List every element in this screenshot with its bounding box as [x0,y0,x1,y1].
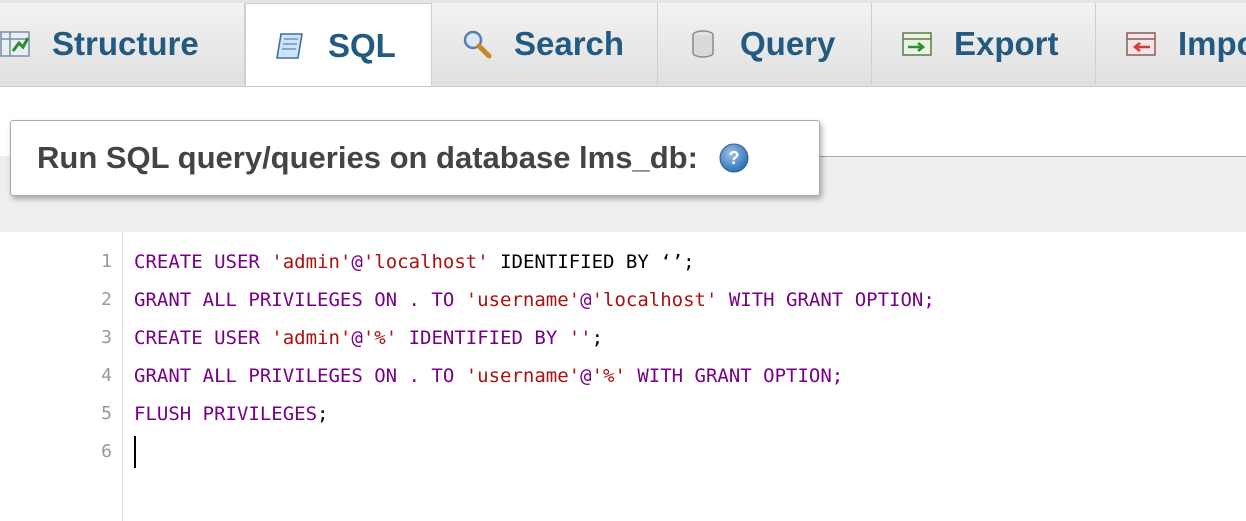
line-number: 3 [101,327,112,348]
import-icon [1126,32,1156,56]
code-token: ; [317,403,329,425]
code-token: '%' [591,365,626,387]
code-token: GRANT ALL PRIVILEGES ON . TO [134,289,466,311]
search-icon [463,30,492,59]
tab-label: Import [1178,25,1246,62]
help-icon[interactable]: ? [718,142,750,174]
code-token: WITH GRANT OPTION; [717,289,935,311]
code-line: GRANT ALL PRIVILEGES ON . TO 'username'@… [134,281,935,319]
code-token: @ [580,365,592,387]
code-token: 'admin' [271,327,352,349]
text-cursor [134,436,136,468]
tab-search[interactable]: Search [432,3,658,85]
code-token: '' [568,327,592,349]
line-number: 4 [101,365,112,386]
code-token: 'admin' [271,251,352,273]
code-line: CREATE USER 'admin'@'localhost' IDENTIFI… [134,243,695,281]
code-token: 'username' [465,289,581,311]
code-token: ; [591,327,604,349]
tab-label: SQL [328,26,396,64]
code-token: GRANT ALL PRIVILEGES ON . TO [134,365,466,387]
tab-structure[interactable]: Structure [0,3,245,85]
code-token: @ [580,289,592,311]
panel-title: Run SQL query/queries on database lms_db… [37,140,698,175]
sql-editor[interactable]: 1 CREATE USER 'admin'@'localhost' IDENTIF… [0,232,1246,521]
tab-label: Structure [52,25,199,62]
fieldset-border [820,156,1246,157]
svg-text:?: ? [728,148,739,168]
line-number: 2 [101,289,112,310]
code-line: FLUSH PRIVILEGES; [134,395,328,433]
tab-label: Search [514,25,625,62]
line-number: 5 [101,403,112,424]
code-line: CREATE USER 'admin'@'%' IDENTIFIED BY ''… [134,319,603,357]
code-token: FLUSH PRIVILEGES [134,403,318,425]
code-token: CREATE USER [134,327,272,349]
code-token: ‘’ [660,251,684,273]
code-token: IDENTIFIED BY [488,251,661,273]
tab-import[interactable]: Import [1096,3,1246,85]
tab-bar: Structure SQL Search Query Export Imp [0,0,1246,87]
code-token: 'localhost' [591,289,718,311]
code-token: ; [683,251,695,273]
tab-query[interactable]: Query [658,3,872,85]
tab-export[interactable]: Export [872,3,1096,85]
code-token: 'username' [465,365,581,387]
code-token: IDENTIFIED BY [397,327,569,349]
code-token: WITH GRANT OPTION; [625,365,844,387]
structure-icon [0,31,30,57]
panel-legend: Run SQL query/queries on database lms_db… [10,120,820,196]
code-token: '%' [362,327,398,349]
code-token: @ [351,251,363,273]
code-token: 'localhost' [362,251,489,273]
tab-label: Export [954,25,1059,62]
export-icon [902,32,932,56]
line-number: 1 [101,251,112,272]
tab-label: Query [740,25,836,62]
code-token: CREATE USER [134,251,272,273]
code-token: @ [351,327,363,349]
query-icon [692,30,714,58]
code-line: GRANT ALL PRIVILEGES ON . TO 'username'@… [134,357,843,395]
sql-icon [276,32,303,59]
line-number: 6 [101,441,112,462]
tab-sql[interactable]: SQL [245,3,432,86]
